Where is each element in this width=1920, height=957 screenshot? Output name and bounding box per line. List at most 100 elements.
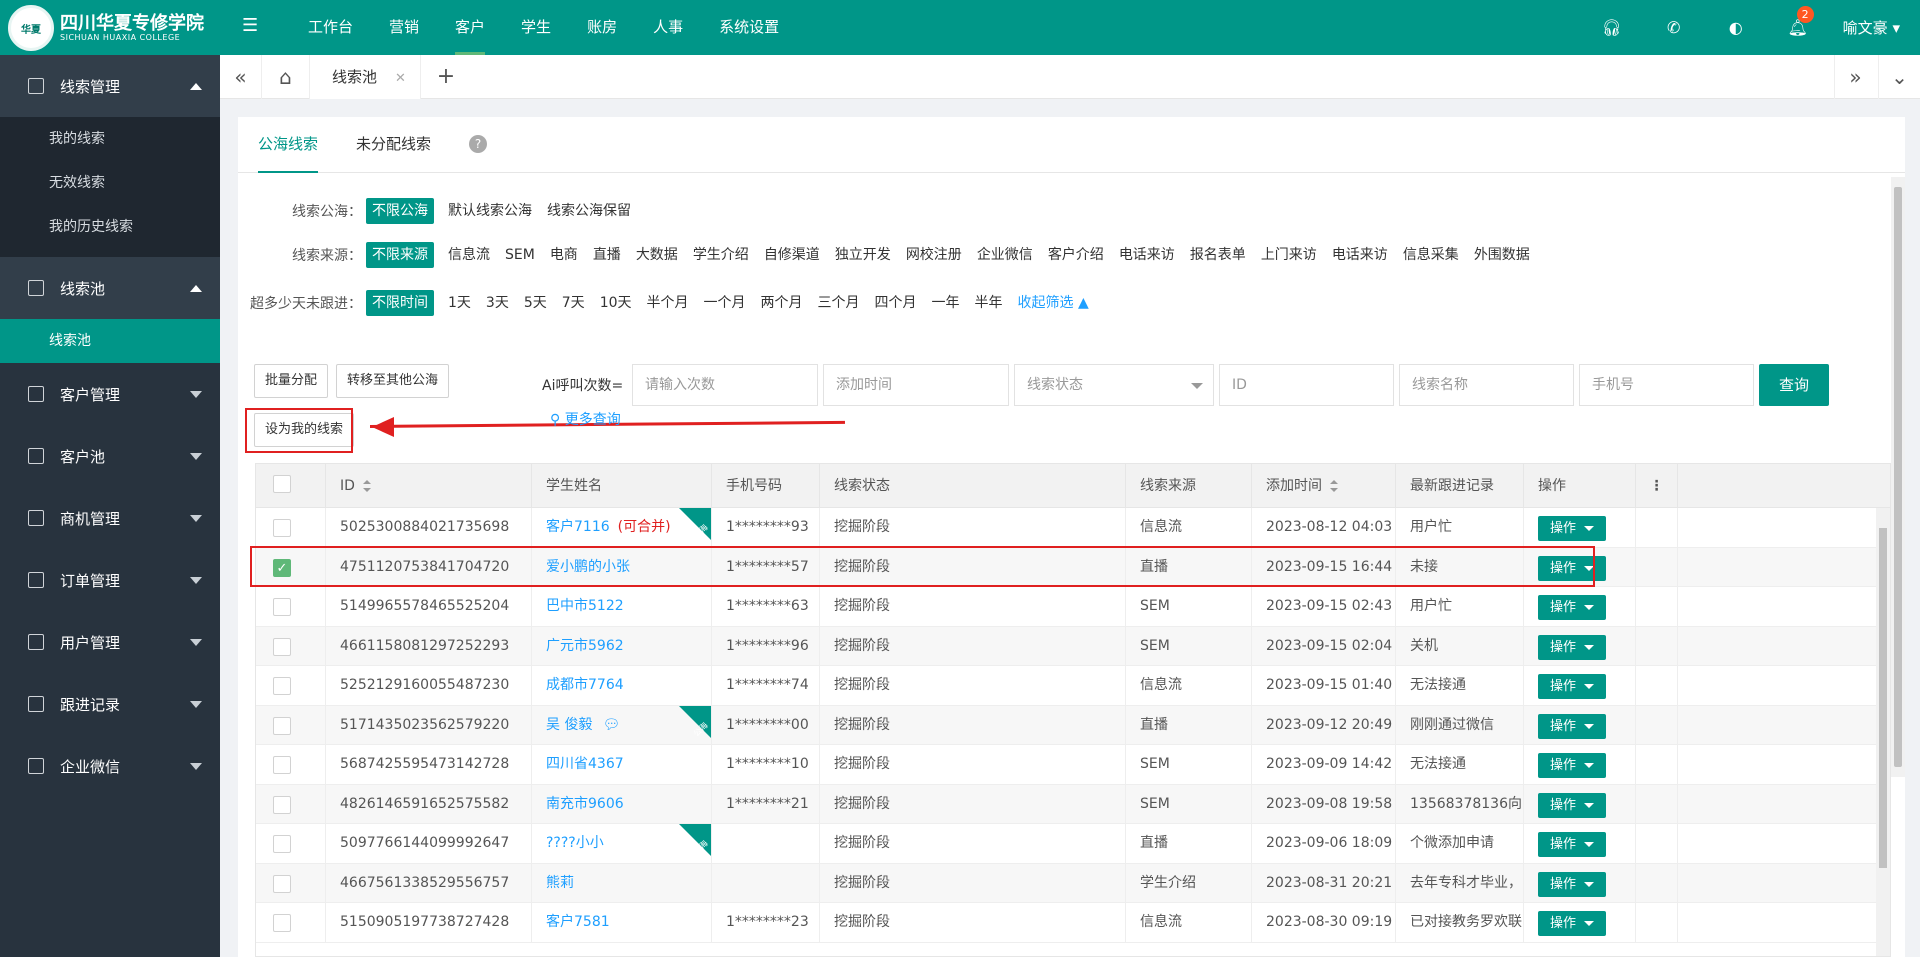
filter-option[interactable]: 电话来访 xyxy=(1113,242,1181,268)
user-menu[interactable]: 喻文豪 ▾ xyxy=(1829,17,1920,38)
filter-option[interactable]: 一年 xyxy=(926,290,966,316)
row-checkbox[interactable] xyxy=(273,835,291,853)
call-count-input[interactable]: 请输入次数 xyxy=(632,364,818,406)
table-row[interactable]: 4826146591652575582 南充市9606 1********21 挖掘阶… xyxy=(256,784,1890,824)
close-icon[interactable]: ✕ xyxy=(395,71,406,86)
row-checkbox[interactable] xyxy=(273,716,291,735)
nav-item-3[interactable]: 学生 xyxy=(503,0,569,55)
sort-icon[interactable] xyxy=(362,480,371,492)
student-name-link[interactable]: 巴中市5122 xyxy=(546,598,624,614)
filter-option[interactable]: 半个月 xyxy=(641,290,695,316)
panel-scrollbar[interactable] xyxy=(1891,177,1905,777)
sidebar-group-4[interactable]: 商机管理 xyxy=(0,487,220,549)
filter-option[interactable]: 5天 xyxy=(518,290,553,316)
sidebar-item-0-0[interactable]: 我的线索 xyxy=(0,117,220,161)
filter-option[interactable]: SEM xyxy=(499,242,541,268)
filter-option[interactable]: 不限时间 xyxy=(366,290,434,316)
help-icon[interactable]: ? xyxy=(469,135,488,153)
table-row[interactable]: 4667561338529556757 熊莉 挖掘阶段 学生介绍 2023-08-31 … xyxy=(256,863,1890,903)
nav-item-2[interactable]: 客户 xyxy=(437,0,503,55)
row-checkbox[interactable] xyxy=(273,874,291,893)
filter-option[interactable]: 1天 xyxy=(442,290,477,316)
column-settings-icon[interactable]: ⋮ xyxy=(1636,464,1678,508)
filter-option[interactable]: 不限来源 xyxy=(366,242,434,268)
filter-option[interactable]: 默认线索公海 xyxy=(442,198,538,224)
filter-option[interactable]: 半年 xyxy=(969,290,1009,316)
add-time-input[interactable]: 添加时间 xyxy=(823,364,1009,406)
row-action-dropdown[interactable]: 操作 xyxy=(1538,792,1606,818)
lead-name-input[interactable]: 线索名称 xyxy=(1399,364,1574,406)
wechat-chat-icon[interactable]: 💬︎ xyxy=(602,717,620,733)
table-row[interactable]: 5025300884021735698 客户7116 (可合并) 公海 1*******… xyxy=(256,508,1890,548)
sidebar-item-0-1[interactable]: 无效线索 xyxy=(0,161,220,205)
row-checkbox[interactable] xyxy=(273,756,291,774)
transfer-pool-button[interactable]: 转移至其他公海 xyxy=(336,364,450,398)
headset-icon[interactable]: 🎧︎ xyxy=(1581,18,1643,37)
row-action-dropdown[interactable]: 操作 xyxy=(1538,595,1606,620)
sort-icon[interactable] xyxy=(1330,480,1338,492)
student-name-link[interactable]: ????小小 xyxy=(546,835,604,851)
table-row[interactable]: 5097766144099992647 ????小小 公海 挖掘阶段 直播 2023-09… xyxy=(256,824,1890,864)
row-action-dropdown[interactable]: 操作 xyxy=(1538,713,1606,739)
row-action-dropdown[interactable]: 操作 xyxy=(1538,871,1606,897)
student-name-link[interactable]: 客户7116 xyxy=(546,519,610,535)
sidebar-item-1-0[interactable]: 线索池 xyxy=(0,319,220,363)
id-input[interactable]: ID xyxy=(1219,364,1394,406)
nav-item-0[interactable]: 工作台 xyxy=(290,0,371,55)
student-name-link[interactable]: 吴 俊毅 xyxy=(546,717,592,733)
row-checkbox[interactable] xyxy=(273,519,291,537)
tab-public-leads[interactable]: 公海线索 xyxy=(258,116,319,173)
row-checkbox[interactable] xyxy=(273,914,291,932)
sidebar-group-2[interactable]: 客户管理 xyxy=(0,363,220,425)
more-query-link[interactable]: ⚲ 更多查询 xyxy=(550,409,621,429)
filter-option[interactable]: 信息采集 xyxy=(1397,242,1465,268)
filter-option[interactable]: 直播 xyxy=(587,242,627,268)
student-name-link[interactable]: 四川省4367 xyxy=(546,756,624,772)
filter-option[interactable]: 上门来访 xyxy=(1255,242,1323,268)
filter-option[interactable]: 不限公海 xyxy=(366,198,434,224)
column-header-time[interactable]: 添加时间 xyxy=(1252,464,1396,508)
phone-icon[interactable]: ✆ xyxy=(1643,18,1705,37)
filter-option[interactable]: 网校注册 xyxy=(900,242,968,268)
palette-icon[interactable]: ◐ xyxy=(1705,18,1767,37)
add-tab-icon[interactable]: + xyxy=(424,55,468,99)
query-button[interactable]: 查询 xyxy=(1759,364,1829,406)
tabs-scroll-left-icon[interactable]: « xyxy=(220,55,262,99)
filter-option[interactable]: 10天 xyxy=(594,290,638,316)
filter-option[interactable]: 三个月 xyxy=(812,290,866,316)
checkbox[interactable] xyxy=(273,475,291,493)
batch-assign-button[interactable]: 批量分配 xyxy=(254,364,329,398)
sidebar-group-7[interactable]: 跟进记录 xyxy=(0,673,220,735)
student-name-link[interactable]: 南充市9606 xyxy=(546,796,624,812)
table-row[interactable]: 5149965578465525204 巴中市5122 1********63 挖掘阶… xyxy=(256,587,1890,627)
filter-option[interactable]: 线索公海保留 xyxy=(541,198,637,224)
filter-option[interactable]: 电商 xyxy=(544,242,584,268)
table-row[interactable]: 4661158081297252293 广元市5962 1********96 挖掘阶… xyxy=(256,626,1890,666)
collapse-filter-link[interactable]: 收起筛选 ▲ xyxy=(1012,290,1095,316)
sidebar-group-8[interactable]: 企业微信 xyxy=(0,735,220,797)
nav-item-5[interactable]: 人事 xyxy=(635,0,701,55)
college-logo[interactable]: 华夏 四川华夏专修学院 SICHUAN HUAXIA COLLEGE xyxy=(8,4,218,52)
student-name-link[interactable]: 成都市7764 xyxy=(546,677,624,693)
lead-status-select[interactable]: 线索状态 xyxy=(1014,364,1214,406)
nav-item-4[interactable]: 账房 xyxy=(569,0,635,55)
table-scrollbar[interactable] xyxy=(1876,508,1890,956)
filter-option[interactable]: 大数据 xyxy=(630,242,684,268)
filter-option[interactable]: 外围数据 xyxy=(1468,242,1536,268)
student-name-link[interactable]: 熊莉 xyxy=(546,875,574,891)
row-checkbox[interactable] xyxy=(273,637,291,656)
sidebar-group-0[interactable]: 线索管理 xyxy=(0,55,220,117)
filter-option[interactable]: 四个月 xyxy=(869,290,923,316)
student-name-link[interactable]: 广元市5962 xyxy=(546,638,624,654)
sidebar-group-6[interactable]: 用户管理 xyxy=(0,611,220,673)
sidebar-group-3[interactable]: 客户池 xyxy=(0,425,220,487)
filter-option[interactable]: 企业微信 xyxy=(971,242,1039,268)
row-action-dropdown[interactable]: 操作 xyxy=(1538,634,1606,660)
phone-input[interactable]: 手机号 xyxy=(1579,364,1754,406)
row-action-dropdown[interactable]: 操作 xyxy=(1538,674,1606,699)
nav-item-6[interactable]: 系统设置 xyxy=(701,0,797,55)
table-row[interactable]: 5252129160055487230 成都市7764 1********74 挖掘阶… xyxy=(256,666,1890,706)
student-name-link[interactable]: 客户7581 xyxy=(546,914,610,930)
filter-option[interactable]: 3天 xyxy=(480,290,515,316)
filter-option[interactable]: 报名表单 xyxy=(1184,242,1252,268)
